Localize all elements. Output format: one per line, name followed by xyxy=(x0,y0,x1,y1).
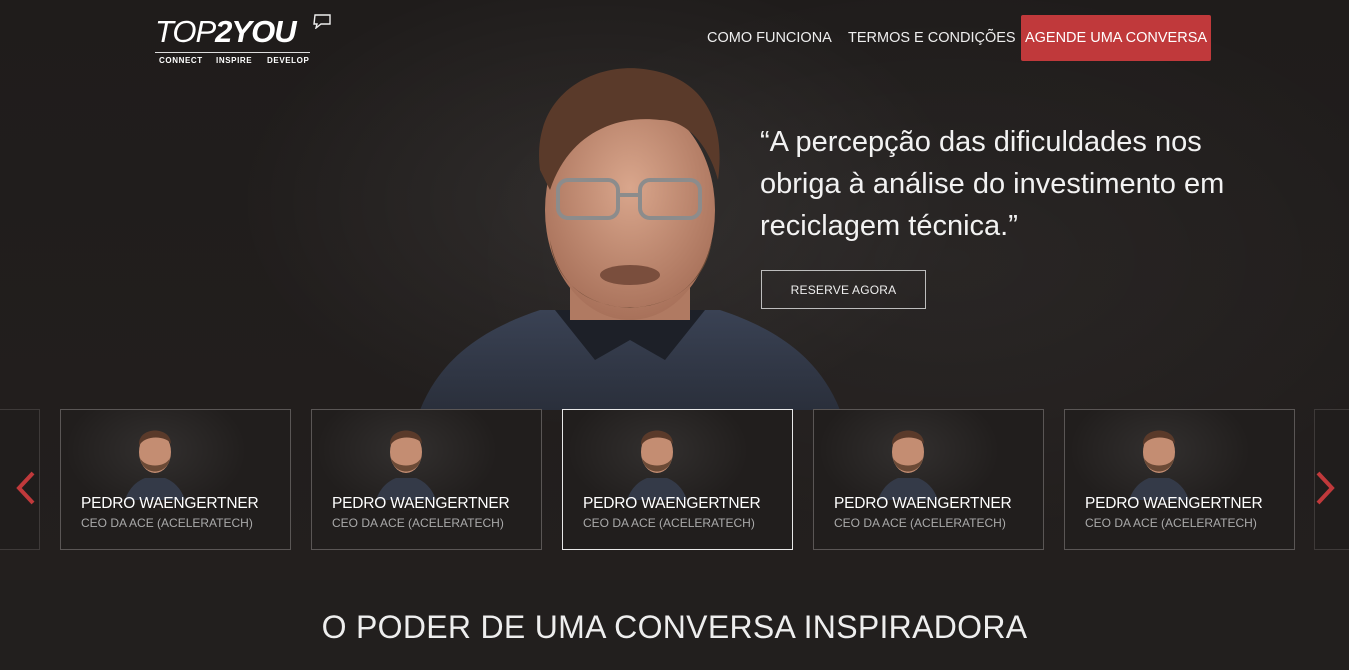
logo-tag-develop: DEVELOP xyxy=(267,56,310,65)
speech-bubble-icon xyxy=(313,14,331,29)
speaker-thumbnail xyxy=(125,430,185,500)
speaker-name: PEDRO WAENGERTNER xyxy=(332,495,510,512)
speaker-name: PEDRO WAENGERTNER xyxy=(81,495,259,512)
speaker-thumbnail xyxy=(1129,430,1189,500)
speaker-card[interactable]: PEDRO WAENGERTNER CEO DA ACE (ACELERATEC… xyxy=(1064,409,1295,550)
logo-wordmark: TOP2YOU xyxy=(155,14,297,50)
logo-top-text: TOP xyxy=(155,14,216,49)
nav-como-funciona[interactable]: COMO FUNCIONA xyxy=(707,30,832,46)
logo[interactable]: TOP2YOU CONNECT INSPIRE DEVELOP xyxy=(155,14,335,68)
speaker-role: CEO DA ACE (ACELERATECH) xyxy=(1085,516,1257,530)
hero-quote: “A percepção das dificuldades nos obriga… xyxy=(760,126,1225,242)
speaker-role: CEO DA ACE (ACELERATECH) xyxy=(332,516,504,530)
logo-tag-inspire: INSPIRE xyxy=(216,56,253,65)
nav-termos-e-condicoes[interactable]: TERMOS E CONDIÇÕES xyxy=(848,30,1016,46)
logo-tag-connect: CONNECT xyxy=(159,56,203,65)
chevron-left-icon xyxy=(16,471,35,505)
reserve-agora-button[interactable]: RESERVE AGORA xyxy=(761,270,926,309)
speaker-card[interactable]: PEDRO WAENGERTNER CEO DA ACE (ACELERATEC… xyxy=(311,409,542,550)
carousel-next-button[interactable] xyxy=(1313,471,1337,505)
speaker-thumbnail xyxy=(878,430,938,500)
logo-2you-text: 2YOU xyxy=(215,14,296,49)
section-heading: O PODER DE UMA CONVERSA INSPIRADORA xyxy=(321,609,1028,645)
speaker-thumbnail xyxy=(627,430,687,500)
speaker-thumbnail xyxy=(376,430,436,500)
speaker-role: CEO DA ACE (ACELERATECH) xyxy=(583,516,755,530)
speaker-name: PEDRO WAENGERTNER xyxy=(1085,495,1263,512)
speaker-role: CEO DA ACE (ACELERATECH) xyxy=(81,516,253,530)
logo-underline xyxy=(155,52,310,53)
speaker-card[interactable]: PEDRO WAENGERTNER CEO DA ACE (ACELERATEC… xyxy=(60,409,291,550)
carousel-prev-button[interactable] xyxy=(14,471,38,505)
speaker-card[interactable]: PEDRO WAENGERTNER CEO DA ACE (ACELERATEC… xyxy=(813,409,1044,550)
speaker-name: PEDRO WAENGERTNER xyxy=(583,495,761,512)
agende-conversa-button[interactable]: AGENDE UMA CONVERSA xyxy=(1021,15,1211,61)
speaker-name: PEDRO WAENGERTNER xyxy=(834,495,1012,512)
chevron-right-icon xyxy=(1316,471,1335,505)
speaker-card-active[interactable]: PEDRO WAENGERTNER CEO DA ACE (ACELERATEC… xyxy=(562,409,793,550)
speaker-role: CEO DA ACE (ACELERATECH) xyxy=(834,516,1006,530)
